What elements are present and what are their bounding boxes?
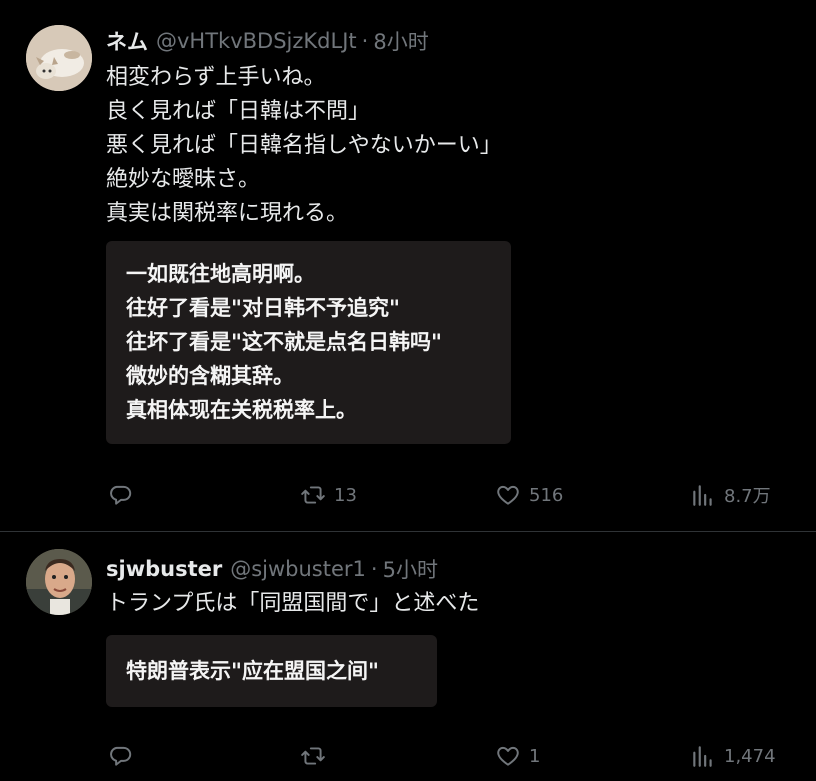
avatar[interactable]: [26, 549, 92, 615]
tweet[interactable]: ネム @vHTkvBDSjzKdLJt · 8小时 相変わらず上手いね。 良く見…: [0, 0, 816, 532]
reply-icon: [110, 746, 132, 766]
heart-icon: [497, 485, 519, 505]
views-button[interactable]: 8.7万: [690, 480, 771, 510]
translation-line: 真相体现在关税税率上。: [126, 398, 357, 422]
action-bar: 1 1,474: [0, 741, 816, 771]
timestamp[interactable]: 5小时: [383, 554, 438, 584]
reply-button[interactable]: [108, 480, 142, 510]
translation-line: 往好了看是"对日韩不予追究": [126, 296, 400, 320]
translation-box: 特朗普表示"应在盟国之间": [106, 635, 437, 707]
retweet-button[interactable]: 13: [300, 480, 357, 510]
like-count: 1: [529, 745, 541, 767]
separator: ·: [361, 29, 369, 53]
tweet-text: 相変わらず上手いね。 良く見れば「日韓は不問」 悪く見れば「日韓名指しやないかー…: [106, 61, 502, 231]
tweet-header: ネム @vHTkvBDSjzKdLJt · 8小时: [106, 26, 429, 56]
tweet-line: 良く見れば「日韓は不問」: [106, 99, 371, 124]
like-button[interactable]: 1: [495, 741, 540, 771]
reply-button[interactable]: [108, 741, 142, 771]
tweet[interactable]: sjwbuster @sjwbuster1 · 5小时 トランプ氏は「同盟国間で…: [0, 532, 816, 781]
views-icon: [693, 746, 712, 767]
user-handle[interactable]: @sjwbuster1: [230, 557, 366, 581]
reply-icon: [110, 485, 132, 505]
tweet-line: 真実は関税率に現れる。: [106, 201, 349, 226]
translation-line: 微妙的含糊其辞。: [126, 364, 294, 388]
display-name[interactable]: sjwbuster: [106, 557, 222, 581]
tweet-line: 悪く見れば「日韓名指しやないかーい」: [106, 133, 502, 158]
tweet-line: 相変わらず上手いね。: [106, 65, 326, 90]
retweet-icon: [301, 747, 325, 765]
like-count: 516: [529, 484, 564, 506]
action-bar: 13 516 8.7万: [0, 480, 816, 510]
translation-box: 一如既往地高明啊。 往好了看是"对日韩不予追究" 往坏了看是"这不就是点名日韩吗…: [106, 241, 511, 444]
separator: ·: [370, 557, 378, 581]
tweet-line: トランプ氏は「同盟国間で」と述べた: [106, 591, 480, 616]
view-count: 1,474: [724, 745, 776, 767]
display-name[interactable]: ネム: [106, 26, 148, 56]
cat-avatar-image: [26, 25, 92, 91]
heart-icon: [497, 746, 519, 766]
retweet-count: 13: [334, 484, 357, 506]
user-handle[interactable]: @vHTkvBDSjzKdLJt: [156, 29, 357, 53]
translation-line: 特朗普表示"应在盟国之间": [126, 659, 379, 683]
translation-line: 一如既往地高明啊。: [126, 262, 315, 286]
tweet-text: トランプ氏は「同盟国間で」と述べた: [106, 587, 479, 621]
tweet-header: sjwbuster @sjwbuster1 · 5小时: [106, 554, 438, 584]
retweet-button[interactable]: [300, 741, 334, 771]
tweet-line: 絶妙な曖昧さ。: [106, 167, 261, 192]
like-button[interactable]: 516: [495, 480, 563, 510]
translation-line: 往坏了看是"这不就是点名日韩吗": [126, 330, 442, 354]
views-button[interactable]: 1,474: [690, 741, 776, 771]
person-avatar-image: [26, 549, 92, 615]
timestamp[interactable]: 8小时: [373, 26, 428, 56]
views-icon: [693, 485, 712, 506]
retweet-icon: [301, 486, 325, 504]
view-count: 8.7万: [724, 486, 771, 507]
avatar[interactable]: [26, 25, 92, 91]
